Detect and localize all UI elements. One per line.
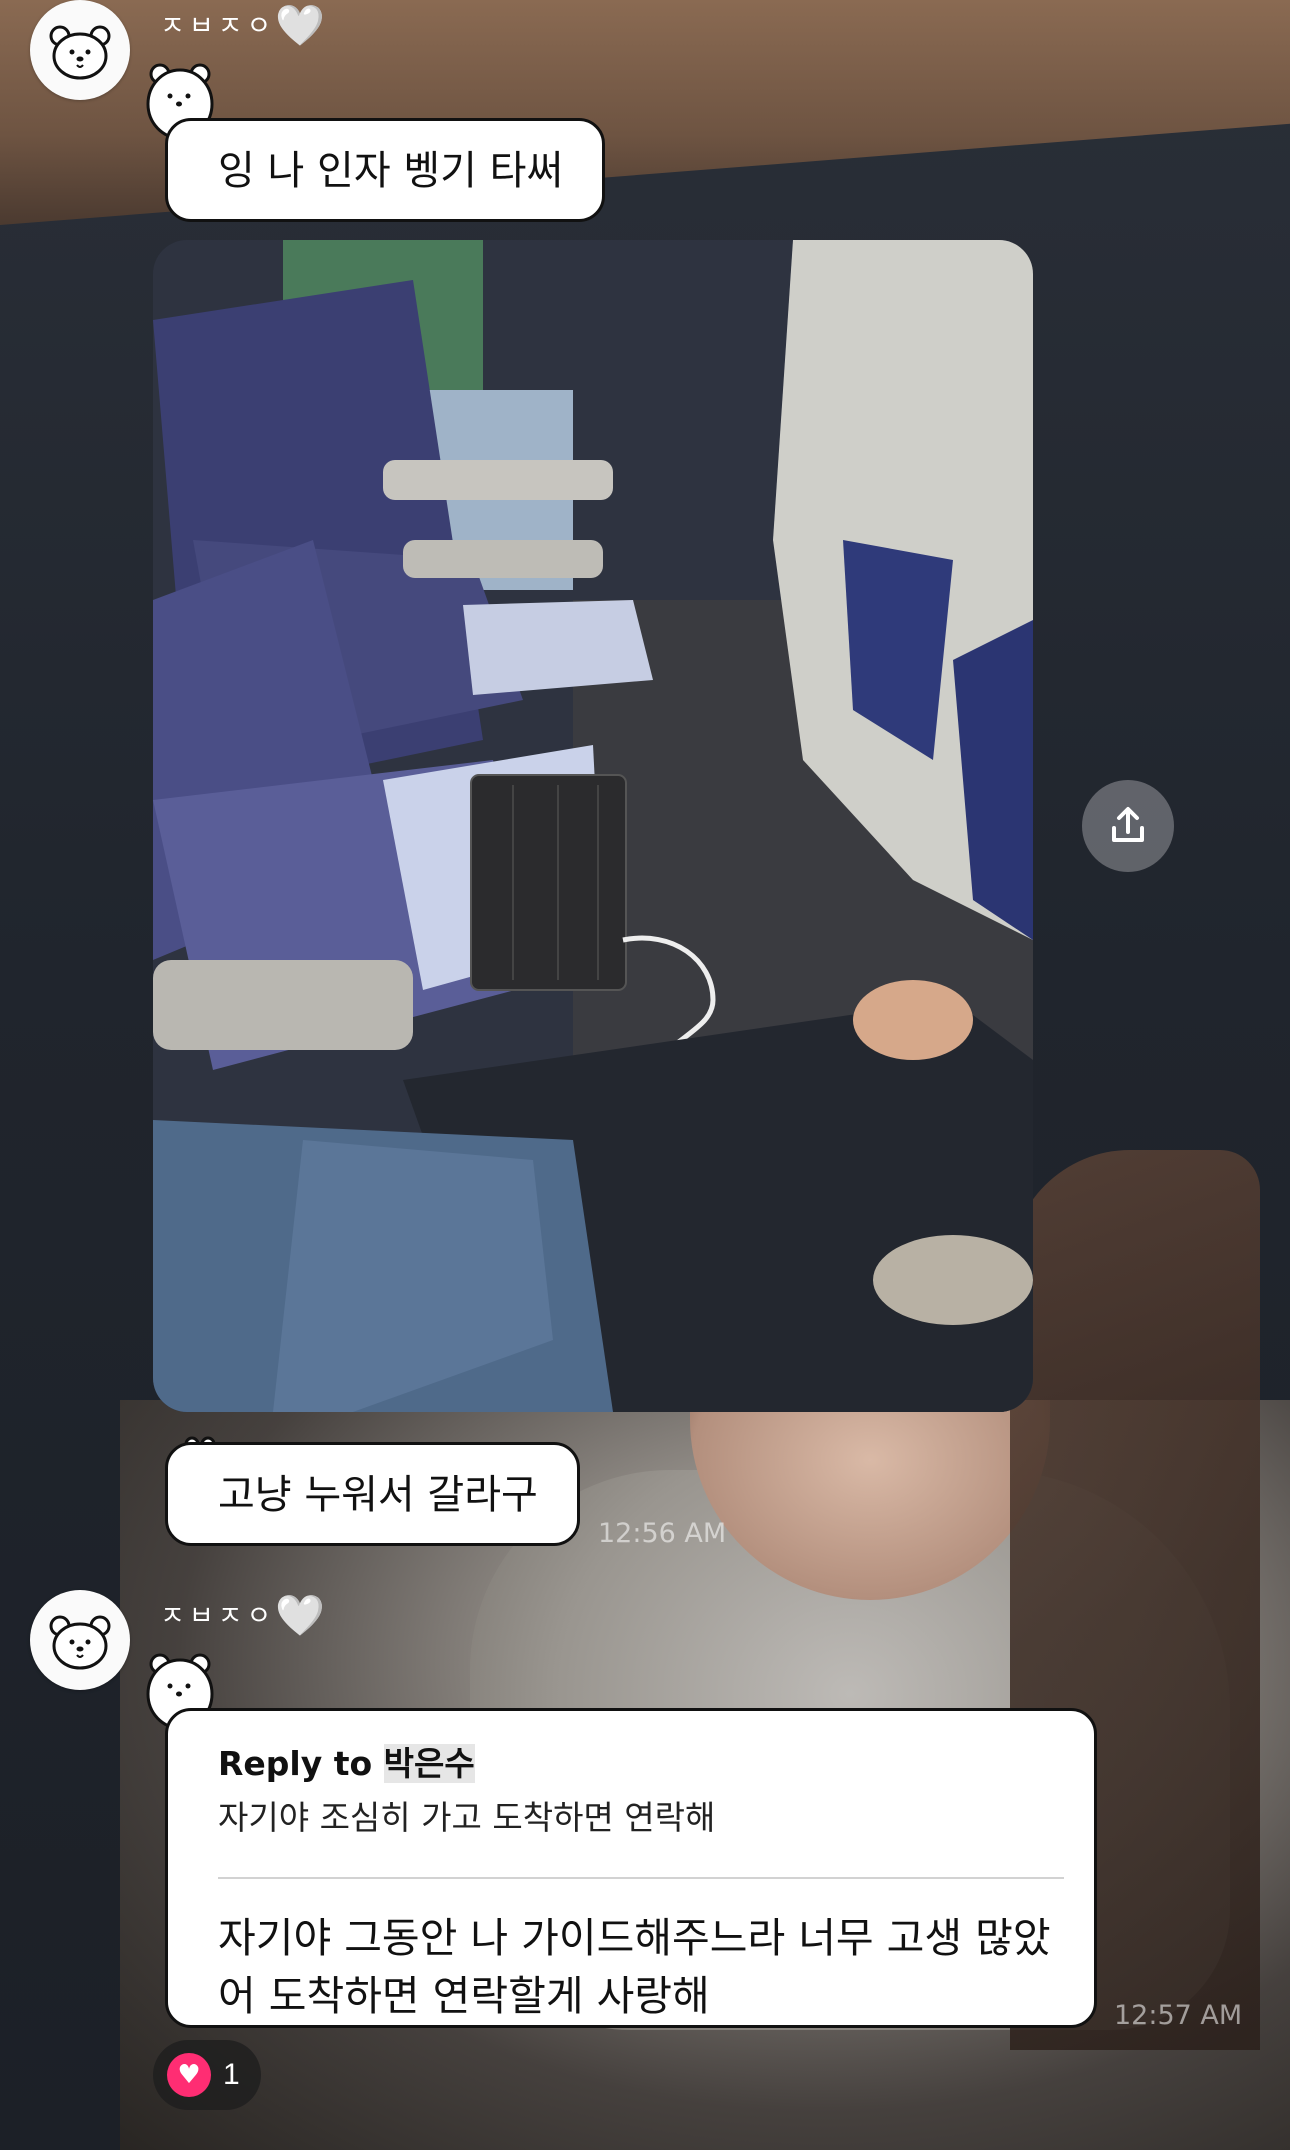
reply-message-bubble[interactable]: Reply to 박은수 자기야 조심히 가고 도착하면 연락해 자기야 그동안… [165, 1708, 1097, 2028]
reply-label: Reply to [218, 1744, 373, 1783]
message-bubble[interactable]: 잉 나 인자 벵기 타써 [165, 118, 605, 222]
airplane-seat-photo [153, 240, 1033, 1412]
photo-message[interactable] [153, 240, 1033, 1412]
message-text-line-1: 자기야 그동안 나 가이드해주느라 너무 고생 많았 [218, 1914, 1051, 1962]
sender-avatar[interactable] [30, 0, 130, 100]
message-text: 자기야 그동안 나 가이드해주느라 너무 고생 많았 어 도착하면 연락할게 사… [218, 1909, 1064, 2025]
reply-header[interactable]: Reply to 박은수 [218, 1737, 1064, 1785]
sender-name: ㅈㅂㅈㅇ🤍 [160, 1592, 325, 1639]
sender-name-text: ㅈㅂㅈㅇ [160, 1601, 276, 1632]
timestamp: 12:57 AM [1114, 2000, 1243, 2031]
reaction-badge[interactable]: ♥ 1 [153, 2040, 261, 2110]
message-text: 잉 나 인자 벵기 타써 [218, 148, 564, 194]
message-text-line-2: 어 도착하면 연락할게 사랑해 [218, 1972, 710, 2020]
reply-quote-text: 자기야 조심히 가고 도착하면 연락해 [218, 1798, 716, 1837]
reaction-count: 1 [223, 2058, 240, 2091]
share-button[interactable] [1082, 780, 1174, 872]
reply-target-name: 박은수 [383, 1744, 475, 1783]
timestamp: 12:56 AM [598, 1518, 727, 1549]
message-bubble[interactable]: 고냥 누워서 갈라구 [165, 1442, 580, 1546]
bear-avatar-icon [49, 1615, 111, 1670]
share-icon [1112, 807, 1144, 842]
sender-avatar[interactable] [30, 1590, 130, 1690]
bear-avatar-icon [49, 25, 111, 80]
white-heart-icon: 🤍 [275, 1593, 326, 1639]
message-text: 고냥 누워서 갈라구 [218, 1472, 538, 1518]
heart-icon: ♥ [167, 2053, 211, 2097]
white-heart-icon: 🤍 [275, 3, 326, 49]
sender-name: ㅈㅂㅈㅇ🤍 [160, 2, 325, 49]
sender-name-text: ㅈㅂㅈㅇ [160, 11, 276, 42]
reply-divider [218, 1877, 1064, 1879]
